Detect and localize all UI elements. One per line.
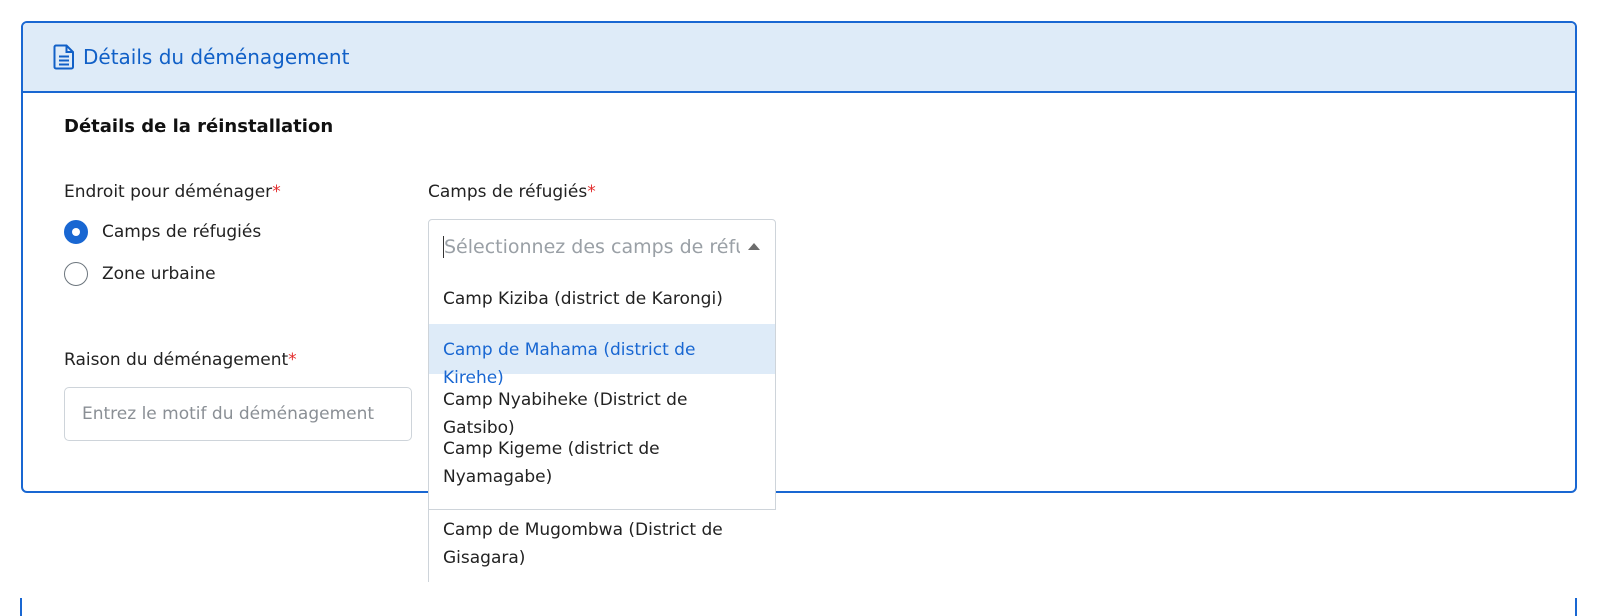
card-title: Détails du déménagement — [83, 45, 350, 69]
radio-option-refugee-camps[interactable]: Camps de réfugiés — [64, 220, 261, 244]
dropdown-overflow-region: Camp de Mugombwa (District de Gisagara) — [428, 510, 776, 582]
next-card-edge-right — [1575, 598, 1577, 616]
relocation-place-label: Endroit pour déménager* — [64, 182, 281, 202]
radio-button-unchecked[interactable] — [64, 262, 88, 286]
dropdown-option[interactable]: Camp Kiziba (district de Karongi) — [429, 273, 775, 324]
next-card-edge-left — [20, 598, 22, 616]
refugee-camps-dropdown: Camp Kiziba (district de Karongi) Camp d… — [428, 273, 776, 510]
reason-input[interactable] — [64, 387, 412, 441]
required-mark: * — [272, 182, 281, 202]
reason-label: Raison du déménagement* — [64, 350, 297, 370]
select-placeholder[interactable]: Sélectionnez des camps de réfugiés — [443, 235, 740, 258]
dropdown-option[interactable]: Camp Kigeme (district de Nyamagabe) — [429, 424, 775, 504]
required-mark: * — [587, 182, 596, 202]
radio-option-urban-zone[interactable]: Zone urbaine — [64, 262, 216, 286]
radio-label-urban-zone: Zone urbaine — [102, 264, 216, 284]
refugee-camps-label: Camps de réfugiés* — [428, 182, 596, 202]
relocation-place-label-text: Endroit pour déménager — [64, 182, 273, 202]
reason-label-text: Raison du déménagement — [64, 350, 289, 370]
required-mark: * — [288, 350, 297, 370]
radio-label-refugee-camps: Camps de réfugiés — [102, 222, 262, 242]
dropdown-option[interactable]: Camp de Mugombwa (District de Gisagara) — [429, 510, 776, 584]
document-icon — [53, 44, 75, 70]
radio-button-checked[interactable] — [64, 220, 88, 244]
refugee-camps-select[interactable]: Sélectionnez des camps de réfugiés — [428, 219, 776, 274]
caret-up-icon[interactable] — [748, 243, 760, 250]
card-header: Détails du déménagement — [23, 23, 1575, 93]
section-title: Détails de la réinstallation — [64, 116, 334, 137]
dropdown-option-highlighted[interactable]: Camp de Mahama (district de Kirehe) — [429, 324, 775, 388]
refugee-camps-label-text: Camps de réfugiés — [428, 182, 588, 202]
